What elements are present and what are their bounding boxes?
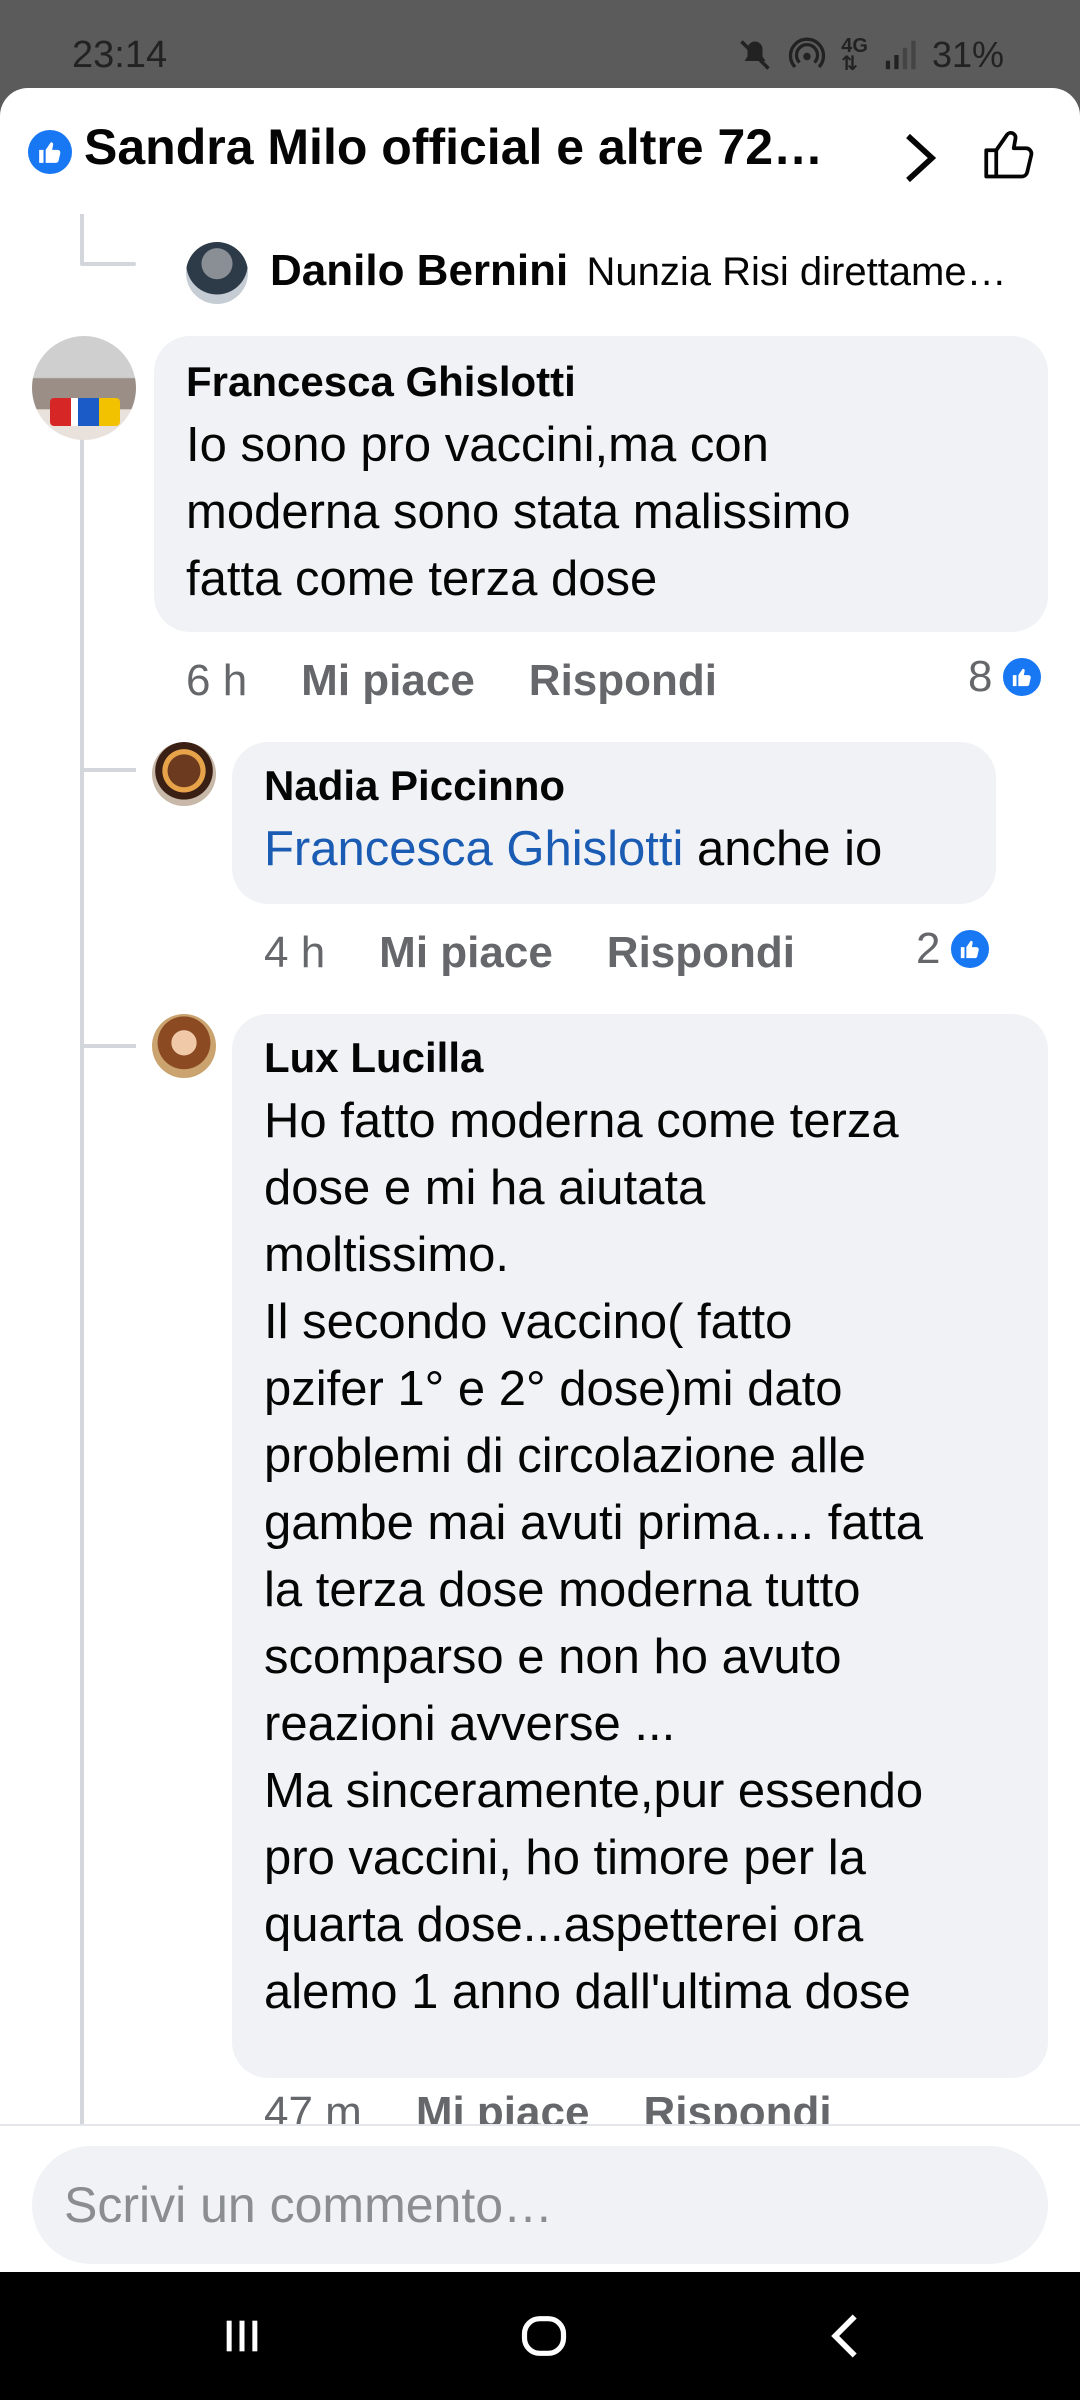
comments-sheet: Sandra Milo official e altre 72… Danilo …	[0, 88, 1080, 2272]
comment-text: Ho fatto moderna come terza dose e mi ha…	[264, 1094, 924, 2019]
reaction-count-value: 8	[968, 652, 993, 701]
signal-icon	[882, 38, 918, 72]
avatar-danilo-bernini[interactable]	[186, 242, 248, 304]
like-button[interactable]: Mi piace	[301, 656, 475, 706]
avatar-lux-lucilla[interactable]	[152, 1014, 216, 1078]
comment-actions: 4 h Mi piace Rispondi	[264, 928, 795, 978]
hotspot-icon	[787, 37, 827, 73]
status-bar: 23:14 4G ⇅ 31%	[0, 0, 1080, 88]
comment-bubble[interactable]: Lux Lucilla Ho fatto moderna come terza …	[232, 1014, 1048, 2078]
reaction-count[interactable]: 8	[968, 652, 1045, 702]
like-reaction-icon	[948, 927, 993, 971]
like-badge-icon	[28, 130, 72, 174]
avatar-nadia-piccinno[interactable]	[152, 742, 216, 806]
thread-line-top	[80, 214, 84, 264]
home-icon[interactable]	[504, 2302, 584, 2370]
status-time: 23:14	[72, 34, 168, 76]
reaction-count[interactable]: 2	[916, 924, 993, 974]
comment-time[interactable]: 4 h	[264, 928, 325, 978]
comment-bubble[interactable]: Nadia Piccinno Francesca Ghislotti anche…	[232, 742, 996, 904]
reaction-count-value: 2	[916, 924, 941, 973]
comment-text-rest: anche io	[683, 822, 883, 876]
reply-preview[interactable]: Danilo Bernini Nunzia Risi direttame…	[270, 246, 1050, 296]
reply-button[interactable]: Rispondi	[607, 928, 795, 978]
status-icons: 4G ⇅ 31%	[737, 34, 1004, 76]
thumbs-up-icon[interactable]	[980, 124, 1040, 184]
comment-text: Francesca Ghislotti anche io	[264, 816, 964, 883]
recent-apps-icon[interactable]	[202, 2302, 282, 2370]
4g-icon: 4G ⇅	[841, 35, 868, 75]
reply-preview-text: Nunzia Risi direttame…	[586, 250, 1007, 294]
like-reaction-icon	[1000, 655, 1045, 699]
reactions-summary-title[interactable]: Sandra Milo official e altre 72…	[84, 118, 874, 176]
comment-author[interactable]: Nadia Piccinno	[264, 762, 964, 810]
comments-header: Sandra Milo official e altre 72…	[0, 88, 1080, 214]
avatar-francesca-ghislotti[interactable]	[32, 336, 136, 440]
comment-author[interactable]: Lux Lucilla	[264, 1034, 1016, 1082]
comment-actions: 6 h Mi piace Rispondi	[186, 656, 717, 706]
mute-icon	[737, 37, 773, 73]
like-button[interactable]: Mi piace	[379, 928, 553, 978]
thread-connector-reply-1	[80, 768, 136, 772]
comment-author[interactable]: Francesca Ghislotti	[186, 358, 1016, 406]
mention-link[interactable]: Francesca Ghislotti	[264, 822, 683, 876]
avatar-badge	[50, 398, 120, 426]
thread-line-main	[80, 438, 84, 2198]
reply-button[interactable]: Rispondi	[529, 656, 717, 706]
thread-connector-reply-2	[80, 1044, 136, 1048]
comment-input[interactable]	[32, 2146, 1048, 2264]
chevron-right-icon[interactable]	[898, 128, 942, 188]
comment-composer	[32, 2146, 1048, 2264]
system-nav-bar	[0, 2272, 1080, 2400]
battery-level: 31%	[931, 34, 1004, 75]
thread-connector-top	[80, 262, 136, 266]
comment-bubble[interactable]: Francesca Ghislotti Io sono pro vaccini,…	[154, 336, 1048, 632]
comment-time[interactable]: 6 h	[186, 656, 247, 706]
back-icon[interactable]	[806, 2302, 886, 2370]
reply-preview-author: Danilo Bernini	[270, 246, 569, 295]
comment-text: Io sono pro vaccini,ma con moderna sono …	[186, 418, 851, 606]
